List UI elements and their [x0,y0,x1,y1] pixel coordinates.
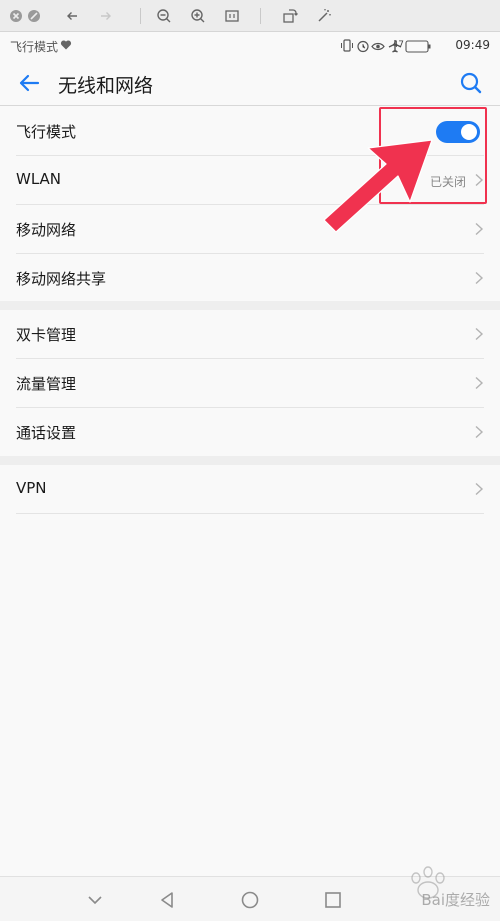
eye-icon [371,42,385,51]
list-item-call-settings[interactable]: 通话设置 [16,408,484,457]
close-circle-icon[interactable] [6,6,26,26]
forward-nav-icon[interactable] [96,6,116,26]
heart-icon [60,40,72,50]
battery-level: 47 [392,40,404,50]
chevron-right-icon [475,271,484,285]
toolbar-divider [260,8,261,24]
zoom-out-icon[interactable] [154,6,174,26]
chevron-right-icon [475,482,484,496]
back-nav-icon[interactable] [62,6,82,26]
list-item-label: 流量管理 [16,375,77,393]
list-item-vpn[interactable]: VPN [16,465,484,514]
section-divider [0,301,500,310]
watermark-text: Bai度经验 [421,891,490,909]
alarm-icon [357,40,369,53]
status-time: 09:49 [455,38,490,52]
list-item-label: 通话设置 [16,424,77,442]
chevron-right-icon [475,425,484,439]
stop-circle-icon[interactable] [24,6,44,26]
list-item-label: 飞行模式 [16,123,77,141]
app-header: 无线和网络 [0,60,500,106]
zoom-in-icon[interactable] [188,6,208,26]
nav-back-icon[interactable] [156,889,178,911]
rotate-icon[interactable] [280,6,300,26]
page-title: 无线和网络 [58,75,154,97]
nav-home-icon[interactable] [239,889,261,911]
chevron-right-icon [475,222,484,236]
fit-page-icon[interactable] [222,6,242,26]
settings-group-sim: 双卡管理 流量管理 通话设置 [0,310,500,457]
list-item-label: VPN [16,479,47,497]
status-icons [341,39,431,53]
list-item-data-usage[interactable]: 流量管理 [16,359,484,408]
section-divider [0,456,500,465]
toolbar-divider [140,8,141,24]
search-icon[interactable] [458,70,484,96]
battery-icon [405,40,429,53]
chevron-right-icon [475,376,484,390]
chevron-right-icon [475,327,484,341]
arrow-left-icon[interactable] [16,70,42,96]
magic-wand-icon[interactable] [314,6,334,26]
nav-recents-icon[interactable] [322,889,344,911]
chevron-down-icon[interactable] [84,889,106,911]
status-mode-label: 飞行模式 [10,40,59,54]
list-item-tethering[interactable]: 移动网络共享 [16,254,484,303]
status-bar: 飞行模式 47 09:49 [0,32,500,60]
list-item-label: 移动网络 [16,221,77,239]
list-item-label: 移动网络共享 [16,270,107,288]
viewer-toolbar [0,0,500,32]
list-item-label: 双卡管理 [16,326,77,344]
vibrate-icon [341,39,353,52]
annotation-arrow-icon [323,139,433,233]
list-item-label: WLAN [16,170,62,188]
list-item-dual-sim[interactable]: 双卡管理 [16,310,484,359]
settings-group-vpn: VPN [0,465,500,514]
